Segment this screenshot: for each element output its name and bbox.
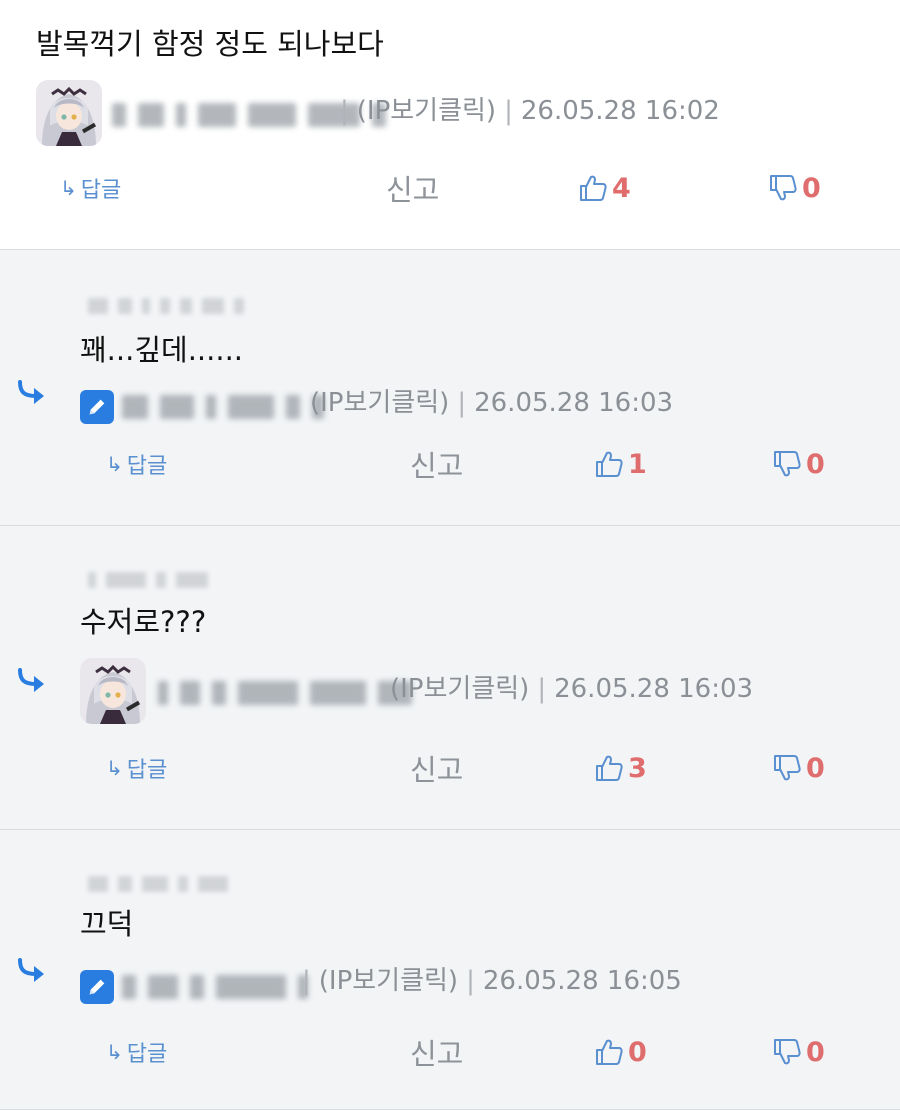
anime-avatar-icon[interactable]: [80, 658, 146, 724]
timestamp: 26.05.28 16:05: [482, 966, 682, 996]
comment-body: 끄덕: [80, 907, 134, 941]
timestamp: 26.05.28 16:03: [554, 674, 754, 704]
reply-button[interactable]: ↳ 답글: [106, 1032, 167, 1072]
upvote-count: 3: [628, 752, 647, 784]
comment-3: 수저로??? (IP보기클릭) | 26.05.28 16:03 ↳ 답글 신고 3…: [0, 526, 900, 830]
ip-view-link[interactable]: (IP보기클릭): [310, 388, 449, 418]
report-button[interactable]: 신고: [410, 444, 463, 484]
reply-target-blurred: [88, 570, 208, 590]
downvote-count: 0: [802, 172, 821, 204]
comment-4: 끄덕 | (IP보기클릭) | 26.05.28 16:05 ↳ 답글 신고 0 0: [0, 830, 900, 1110]
comment-body: 꽤...깊데......: [80, 333, 244, 367]
downvote-count: 0: [806, 448, 825, 480]
comment-body: 수저로???: [80, 605, 207, 639]
reply-button[interactable]: ↳ 답글: [106, 444, 167, 484]
downvote-button[interactable]: 0: [772, 748, 825, 788]
pencil-icon: [80, 390, 114, 424]
author-name-blurred[interactable]: [158, 680, 412, 706]
reply-arrow-icon: [16, 380, 48, 406]
upvote-button[interactable]: 1: [594, 444, 647, 484]
upvote-count: 1: [628, 448, 647, 480]
ip-view-link[interactable]: (IP보기클릭): [357, 96, 496, 126]
comment-meta: | (IP보기클릭) | 26.05.28 16:05: [302, 966, 682, 996]
upvote-button[interactable]: 4: [578, 168, 631, 208]
ip-view-link[interactable]: (IP보기클릭): [319, 966, 458, 996]
comment-1: 발목꺽기 함정 정도 되나보다 | (IP보기클릭) | 26.05.28 16:02…: [0, 0, 900, 250]
report-button[interactable]: 신고: [410, 1032, 463, 1072]
thumbs-down-icon: [772, 753, 802, 783]
upvote-button[interactable]: 3: [594, 748, 647, 788]
comment-2: 꽤...깊데...... (IP보기클릭) | 26.05.28 16:03 ↳ 답…: [0, 250, 900, 526]
comment-meta: (IP보기클릭) | 26.05.28 16:03: [390, 674, 754, 704]
comment-meta: (IP보기클릭) | 26.05.28 16:03: [310, 388, 674, 418]
timestamp: 26.05.28 16:02: [520, 96, 720, 126]
comment-actions: ↳ 답글 신고 4 0: [0, 168, 900, 208]
reply-label: 답글: [126, 454, 168, 479]
reply-target-blurred: [88, 296, 244, 316]
reply-arrow-icon: ↳: [106, 756, 123, 780]
downvote-button[interactable]: 0: [772, 1032, 825, 1072]
thumbs-down-icon: [772, 1037, 802, 1067]
reply-label: 답글: [126, 758, 168, 783]
report-button[interactable]: 신고: [386, 168, 439, 208]
downvote-button[interactable]: 0: [772, 444, 825, 484]
reply-arrow-icon: [16, 668, 48, 694]
thumbs-up-icon: [578, 173, 608, 203]
author-name-blurred[interactable]: [122, 394, 324, 420]
comment-actions: ↳ 답글 신고 3 0: [0, 748, 900, 788]
thumbs-up-icon: [594, 449, 624, 479]
reply-label: 답글: [126, 1042, 168, 1067]
comment-actions: ↳ 답글 신고 0 0: [0, 1032, 900, 1072]
downvote-count: 0: [806, 1036, 825, 1068]
reply-arrow-icon: ↳: [106, 1040, 123, 1064]
thumbs-down-icon: [772, 449, 802, 479]
downvote-button[interactable]: 0: [768, 168, 821, 208]
reply-button[interactable]: ↳ 답글: [106, 748, 167, 788]
thumbs-up-icon: [594, 1037, 624, 1067]
reply-arrow-icon: ↳: [106, 452, 123, 476]
anime-avatar-icon[interactable]: [36, 80, 102, 146]
thumbs-down-icon: [768, 173, 798, 203]
comment-meta: | (IP보기클릭) | 26.05.28 16:02: [340, 96, 720, 126]
comment-body: 발목꺽기 함정 정도 되나보다: [36, 27, 384, 61]
pencil-icon: [80, 970, 114, 1004]
report-button[interactable]: 신고: [410, 748, 463, 788]
upvote-button[interactable]: 0: [594, 1032, 647, 1072]
upvote-count: 0: [628, 1036, 647, 1068]
comment-actions: ↳ 답글 신고 1 0: [0, 444, 900, 484]
reply-arrow-icon: ↳: [60, 176, 77, 200]
thumbs-up-icon: [594, 753, 624, 783]
upvote-count: 4: [612, 172, 631, 204]
reply-arrow-icon: [16, 958, 48, 984]
reply-label: 답글: [80, 178, 122, 203]
ip-view-link[interactable]: (IP보기클릭): [390, 674, 529, 704]
reply-target-blurred: [88, 874, 228, 894]
downvote-count: 0: [806, 752, 825, 784]
timestamp: 26.05.28 16:03: [474, 388, 674, 418]
author-name-blurred[interactable]: [122, 974, 308, 1000]
reply-button[interactable]: ↳ 답글: [60, 168, 121, 208]
